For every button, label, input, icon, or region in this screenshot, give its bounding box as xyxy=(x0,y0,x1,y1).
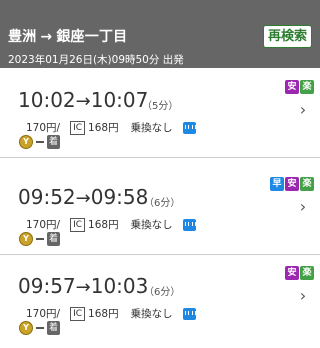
route-badges: 早 安 楽 xyxy=(270,177,314,191)
badge-safe: 安 xyxy=(285,177,299,191)
route-time: 09:52→09:58 xyxy=(18,185,148,209)
line-connector xyxy=(36,141,44,143)
time-arrow: → xyxy=(75,188,91,209)
depart-time: 09:52 xyxy=(18,185,76,209)
route-badges: 安 楽 xyxy=(285,80,314,94)
badge-safe: 安 xyxy=(285,266,299,280)
time-arrow: → xyxy=(75,277,91,298)
badge-easy: 楽 xyxy=(300,80,314,94)
yurakucho-line-icon: Y xyxy=(19,321,33,335)
to-station: 銀座一丁目 xyxy=(56,29,128,45)
ic-fare: 168円 xyxy=(88,308,119,320)
yurakucho-line-icon: Y xyxy=(19,135,33,149)
badge-safe: 安 xyxy=(285,80,299,94)
transfer-count: 乗換なし xyxy=(130,219,173,231)
arrival-label: 着 xyxy=(47,232,61,246)
chevron-right-icon[interactable]: › xyxy=(296,101,310,119)
fare-info: 170円/ IC 168円 乗換なし xyxy=(26,217,196,232)
arrive-time: 10:03 xyxy=(90,274,149,298)
arrive-time: 10:07 xyxy=(90,88,149,112)
route-arrow: → xyxy=(40,29,53,45)
route-duration: （6分） xyxy=(144,198,181,209)
arrive-time: 09:58 xyxy=(90,185,149,209)
badge-easy: 楽 xyxy=(300,266,314,280)
seat-icon xyxy=(182,218,196,231)
ic-fare: 168円 xyxy=(88,122,119,134)
line-summary: Y 着 xyxy=(19,135,61,149)
route-duration: （5分） xyxy=(142,101,179,112)
route-duration: （6分） xyxy=(144,287,181,298)
route-badges: 安 楽 xyxy=(285,266,314,280)
ticket-fare: 170円/ xyxy=(26,122,61,134)
chevron-right-icon[interactable]: › xyxy=(296,198,310,216)
time-arrow: → xyxy=(75,91,91,112)
depart-time: 10:02 xyxy=(18,88,76,112)
depart-time: 09:57 xyxy=(18,274,76,298)
route-result-2[interactable]: 早 安 楽 09:52→09:58 （6分） 170円/ IC 168円 乗換な… xyxy=(0,165,320,255)
seat-icon xyxy=(182,307,196,320)
arrival-label: 着 xyxy=(47,321,61,335)
badge-fast: 早 xyxy=(270,177,284,191)
ic-fare: 168円 xyxy=(88,219,119,231)
ic-label: IC xyxy=(70,120,86,135)
transfer-count: 乗換なし xyxy=(130,308,173,320)
line-summary: Y 着 xyxy=(19,321,61,335)
from-station: 豊洲 xyxy=(8,29,37,45)
research-button[interactable]: 再検索 xyxy=(262,25,312,48)
route-result-3[interactable]: 安 楽 09:57→10:03 （6分） 170円/ IC 168円 乗換なし … xyxy=(0,254,320,344)
line-connector xyxy=(36,327,44,329)
route-title: 豊洲 → 銀座一丁目 xyxy=(8,26,127,46)
fare-info: 170円/ IC 168円 乗換なし xyxy=(26,306,196,321)
fare-info: 170円/ IC 168円 乗換なし xyxy=(26,120,196,135)
yurakucho-line-icon: Y xyxy=(19,232,33,246)
transfer-count: 乗換なし xyxy=(130,122,173,134)
route-result-1[interactable]: 安 楽 10:02→10:07 （5分） 170円/ IC 168円 乗換なし … xyxy=(0,68,320,158)
line-connector xyxy=(36,238,44,240)
departure-datetime: 2023年01月26日(木)09時50分 出発 xyxy=(8,54,184,66)
seat-icon xyxy=(182,121,196,134)
chevron-right-icon[interactable]: › xyxy=(296,287,310,305)
route-time: 09:57→10:03 xyxy=(18,274,148,298)
ic-label: IC xyxy=(70,306,86,321)
search-header: 豊洲 → 銀座一丁目 再検索 2023年01月26日(木)09時50分 出発 xyxy=(0,0,320,68)
badge-easy: 楽 xyxy=(300,177,314,191)
arrival-label: 着 xyxy=(47,135,61,149)
ticket-fare: 170円/ xyxy=(26,308,61,320)
ic-label: IC xyxy=(70,217,86,232)
line-summary: Y 着 xyxy=(19,232,61,246)
route-time: 10:02→10:07 xyxy=(18,88,148,112)
ticket-fare: 170円/ xyxy=(26,219,61,231)
